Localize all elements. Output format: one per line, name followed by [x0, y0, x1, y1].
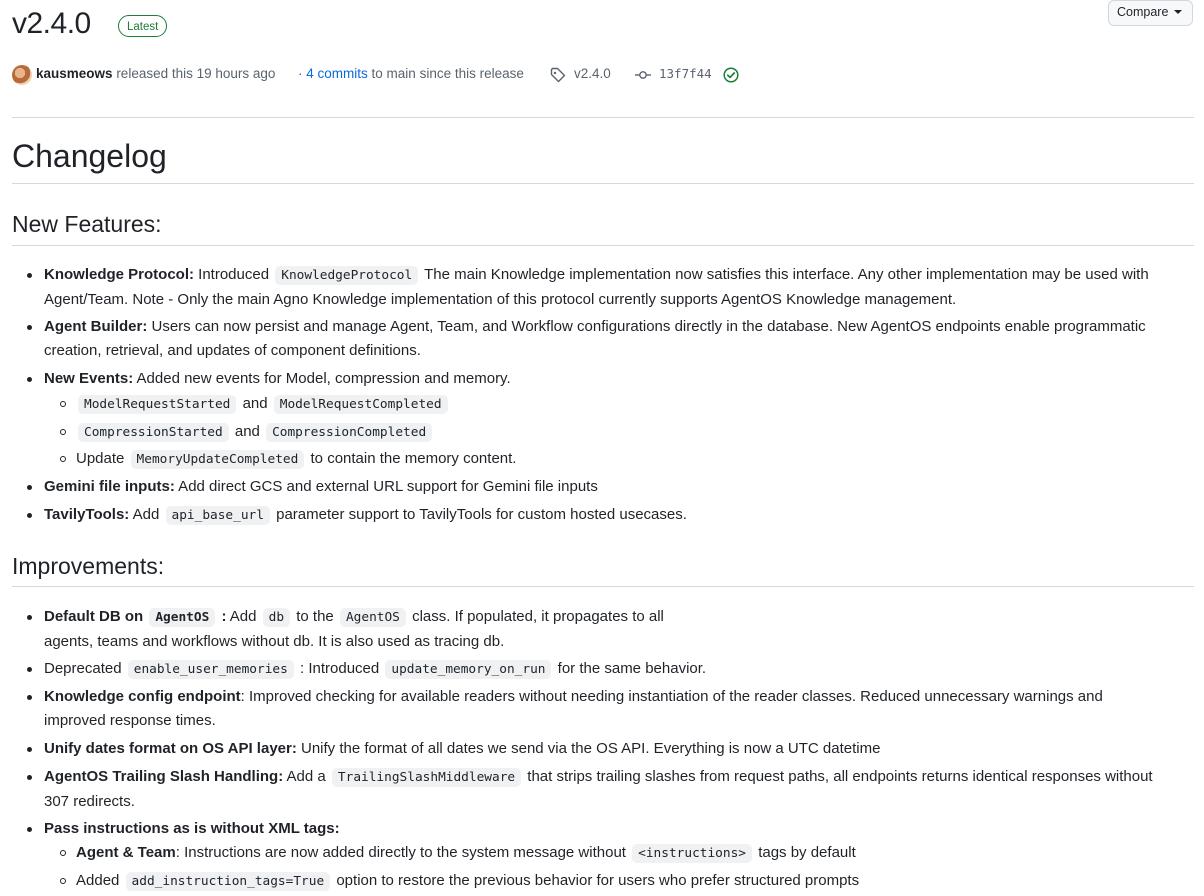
commit-icon — [634, 68, 652, 86]
commits-suffix: to main since this release — [371, 66, 524, 81]
tag-icon — [550, 67, 566, 87]
release-meta: kausmeows released this 19 hours ago — [36, 64, 275, 84]
list-item: Gemini file inputs: Add direct GCS and e… — [27, 475, 598, 499]
new-features-heading: New Features: — [12, 211, 162, 237]
commits-link[interactable]: 4 commits — [306, 66, 368, 81]
author-link[interactable]: kausmeows — [36, 66, 113, 81]
caret-down-icon — [1174, 10, 1183, 14]
list-item: TavilyTools: Add api_base_url parameter … — [27, 503, 687, 528]
improvements-divider — [12, 586, 1194, 587]
list-item: CompressionStarted and CompressionComple… — [60, 420, 434, 445]
list-item: Agent Builder: Users can now persist and… — [27, 315, 1146, 363]
list-item: AgentOS Trailing Slash Handling: Add a T… — [27, 765, 1153, 814]
list-item: Default DB on AgentOS : Add db to the Ag… — [27, 605, 664, 654]
list-item: Knowledge config endpoint: Improved chec… — [27, 685, 1103, 733]
header-divider — [12, 117, 1194, 118]
list-item: New Events: Added new events for Model, … — [27, 367, 511, 391]
changelog-title: Changelog — [12, 138, 167, 174]
check-circle-icon[interactable] — [723, 67, 739, 87]
latest-badge: Latest — [118, 15, 168, 37]
commit-link[interactable]: 13f7f44 — [659, 64, 712, 84]
list-item: Pass instructions as is without XML tags… — [27, 817, 340, 841]
release-version: v2.4.0 — [12, 7, 91, 40]
compare-button[interactable]: Compare — [1108, 0, 1193, 26]
improvements-heading: Improvements: — [12, 553, 165, 579]
list-item: Update MemoryUpdateCompleted to contain … — [60, 447, 516, 472]
title-divider — [12, 183, 1194, 184]
list-item: Added add_instruction_tags=True option t… — [60, 869, 859, 894]
avatar[interactable] — [12, 65, 32, 85]
list-item: Deprecated enable_user_memories : Introd… — [27, 657, 706, 682]
list-item: Unify dates format on OS API layer: Unif… — [27, 737, 880, 761]
tag-link[interactable]: v2.4.0 — [574, 64, 611, 84]
compare-label: Compare — [1117, 5, 1169, 19]
list-item: Knowledge Protocol: Introduced Knowledge… — [27, 263, 1149, 312]
released-text: released this 19 hours ago — [116, 66, 276, 81]
commits-meta: · 4 commits to main since this release — [298, 66, 524, 81]
new-features-divider — [12, 245, 1194, 246]
list-item: ModelRequestStarted and ModelRequestComp… — [60, 392, 450, 417]
list-item: Agent & Team: Instructions are now added… — [60, 841, 856, 866]
